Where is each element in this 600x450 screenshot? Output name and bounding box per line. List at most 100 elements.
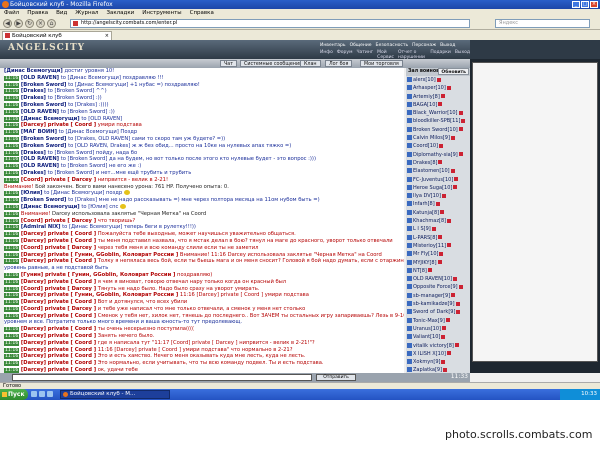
chat-log[interactable]: [Динас Всемогущи] достиг уровня 10! 11:16… bbox=[4, 68, 404, 373]
chat-nick[interactable]: [Coord] private [ Darcey ] bbox=[21, 218, 96, 224]
chat-nick[interactable]: [Broken Sword] bbox=[21, 143, 67, 149]
player-info-icon[interactable] bbox=[458, 152, 463, 157]
quicklaunch-ie-icon[interactable] bbox=[39, 391, 45, 397]
player-name[interactable]: bloodkiller-SPB[11] bbox=[413, 118, 460, 124]
start-button[interactable]: Пуск bbox=[0, 389, 28, 400]
player-name[interactable]: OLD RAVEN[10] bbox=[413, 276, 452, 282]
chat-timestamp[interactable]: 11:16 bbox=[4, 211, 20, 217]
reload-button[interactable]: ↻ bbox=[25, 19, 34, 28]
chat-message-input[interactable] bbox=[12, 374, 312, 381]
player-info-icon[interactable] bbox=[455, 301, 460, 306]
menu-tools[interactable]: Инструменты bbox=[142, 9, 181, 17]
player-name[interactable]: sb-kamikadze[9] bbox=[413, 301, 455, 307]
chat-nick[interactable]: [Drakes] bbox=[21, 150, 46, 156]
chat-timestamp[interactable]: 11:16 bbox=[4, 157, 20, 163]
player-item[interactable]: Heroe Suga[10] bbox=[406, 184, 470, 192]
send-button[interactable]: Отправить bbox=[316, 374, 356, 381]
player-info-icon[interactable] bbox=[450, 168, 455, 173]
player-name[interactable]: sb-manager[9] bbox=[413, 293, 450, 299]
player-name[interactable]: Diplomathy-sia[9] bbox=[413, 152, 458, 158]
player-info-icon[interactable] bbox=[443, 367, 448, 372]
nav-forum[interactable]: Форум bbox=[337, 50, 353, 58]
home-button[interactable]: ⌂ bbox=[47, 19, 56, 28]
chat-nick[interactable]: [Darcey] private [ Coord ] bbox=[21, 340, 96, 346]
chat-timestamp[interactable]: 11:16 bbox=[4, 245, 20, 251]
chat-timestamp[interactable]: 11:16 bbox=[4, 327, 20, 333]
chat-tab-chat[interactable]: Чат bbox=[220, 60, 238, 67]
player-info-icon[interactable] bbox=[441, 334, 446, 339]
player-name[interactable]: Heroe Suga[10] bbox=[413, 185, 452, 191]
chat-tab-trade[interactable]: Мои торговля bbox=[360, 60, 403, 67]
player-item[interactable]: Ilya DV[10] bbox=[406, 192, 470, 200]
chat-nick[interactable]: [Coord] private [ Darcey ] bbox=[21, 245, 96, 251]
player-name[interactable]: X ILISH X[10] bbox=[413, 351, 446, 357]
chat-timestamp[interactable]: 11:16 bbox=[4, 102, 20, 108]
player-info-icon[interactable] bbox=[439, 143, 444, 148]
chat-timestamp[interactable]: 11:16 bbox=[4, 232, 20, 238]
player-info-icon[interactable] bbox=[438, 160, 443, 165]
chat-nick[interactable]: [Гунин] private [ Гунин, GGoblin, Коловр… bbox=[21, 272, 175, 278]
player-item[interactable]: sb-manager[9] bbox=[406, 292, 470, 300]
chat-timestamp[interactable]: 11:16 bbox=[4, 272, 20, 278]
player-name[interactable]: BAGA[10] bbox=[413, 102, 437, 108]
stop-button[interactable]: × bbox=[36, 19, 45, 28]
nav-exit-2[interactable]: Выход bbox=[455, 50, 470, 58]
chat-nick[interactable]: [Broken Sword] bbox=[21, 136, 67, 142]
player-item[interactable]: Zaplatka[9] bbox=[406, 366, 470, 373]
chat-timestamp[interactable]: 11:16 bbox=[4, 96, 20, 102]
player-name[interactable]: Elastomen[10] bbox=[413, 168, 450, 174]
close-button[interactable]: × bbox=[590, 1, 598, 8]
player-item[interactable]: sb-kamikadze[9] bbox=[406, 300, 470, 308]
player-name[interactable]: Opposite Force[9] bbox=[413, 284, 458, 290]
quicklaunch-desktop-icon[interactable] bbox=[31, 391, 37, 397]
chat-nick[interactable]: [Admiral NIX] bbox=[21, 224, 61, 230]
player-info-icon[interactable] bbox=[438, 102, 443, 107]
player-name[interactable]: vitalik victory[8] bbox=[413, 343, 454, 349]
player-item[interactable]: bloodkiller-SPB[11] bbox=[406, 117, 470, 125]
player-name[interactable]: Katunja[8] bbox=[413, 210, 439, 216]
player-name[interactable]: Mr Fly[10] bbox=[413, 251, 438, 257]
player-item[interactable]: alerx[10] bbox=[406, 76, 470, 84]
chat-nick[interactable]: [Darcey] private [ Coord ] bbox=[21, 279, 96, 285]
player-name[interactable]: Uranus[10] bbox=[413, 326, 441, 332]
chat-nick[interactable]: [Darcey] private [ Coord ] bbox=[21, 360, 96, 366]
player-name[interactable]: Misterioy[11] bbox=[413, 243, 446, 249]
player-item[interactable]: BAGA[10] bbox=[406, 101, 470, 109]
chat-nick[interactable]: [Coord] private [ Darcey ] bbox=[21, 306, 96, 312]
player-name[interactable]: Sword of Dark[9] bbox=[413, 309, 455, 315]
player-info-icon[interactable] bbox=[441, 359, 446, 364]
player-item[interactable]: FC-Juventus[10] bbox=[406, 176, 470, 184]
nav-report[interactable]: Отчет о нарушении bbox=[398, 50, 426, 60]
player-item[interactable]: Artemiy[8] bbox=[406, 93, 470, 101]
player-name[interactable]: MYJIKY[8] bbox=[413, 260, 437, 266]
back-button[interactable]: ◀ bbox=[3, 19, 12, 28]
player-info-icon[interactable] bbox=[446, 85, 451, 90]
player-info-icon[interactable] bbox=[454, 177, 459, 182]
player-name[interactable]: alerx[10] bbox=[413, 77, 436, 83]
player-name[interactable]: Calvin Milos[9] bbox=[413, 135, 450, 141]
chat-nick[interactable]: [Darcey] private [ Coord ] bbox=[21, 258, 96, 264]
chat-nick[interactable]: [Darcey] private [ Coord ] bbox=[21, 347, 96, 353]
player-info-icon[interactable] bbox=[431, 226, 436, 231]
player-info-icon[interactable] bbox=[440, 94, 445, 99]
player-item[interactable]: Broken Sword[10] bbox=[406, 126, 470, 134]
chat-tab-battlelog[interactable]: Лог боя bbox=[325, 60, 353, 67]
chat-nick[interactable]: [Darcey] private [ Гунин, GGoblin, Колов… bbox=[21, 292, 178, 298]
chat-timestamp[interactable]: 11:16 bbox=[4, 75, 20, 81]
chat-timestamp[interactable]: 11:16 bbox=[4, 293, 20, 299]
tab-game[interactable]: Бойцовский клуб × bbox=[2, 31, 112, 40]
player-item[interactable]: L-PARS[8] bbox=[406, 234, 470, 242]
player-info-icon[interactable] bbox=[447, 218, 452, 223]
chat-timestamp[interactable]: 11:16 bbox=[4, 218, 20, 224]
chat-nick[interactable]: [Darcey] private [ Coord ] bbox=[21, 313, 96, 319]
player-name[interactable]: Tonic-Max[9] bbox=[413, 318, 445, 324]
player-item[interactable]: Tonic-Max[9] bbox=[406, 317, 470, 325]
chat-timestamp[interactable]: 11:16 bbox=[4, 286, 20, 292]
url-bar[interactable]: http://angelscity.combats.com/enter.pl bbox=[70, 19, 470, 28]
chat-nick[interactable]: [Broken Sword] bbox=[21, 102, 67, 108]
chat-timestamp[interactable]: 11:16 bbox=[4, 116, 20, 122]
chat-timestamp[interactable]: 11:16 bbox=[4, 109, 20, 115]
chat-nick[interactable]: [Coord] private [ Darcey ] bbox=[21, 177, 96, 183]
player-name[interactable]: Valiant[10] bbox=[413, 334, 440, 340]
chat-nick[interactable]: [Darcey] private [ Coord ] bbox=[21, 333, 96, 339]
